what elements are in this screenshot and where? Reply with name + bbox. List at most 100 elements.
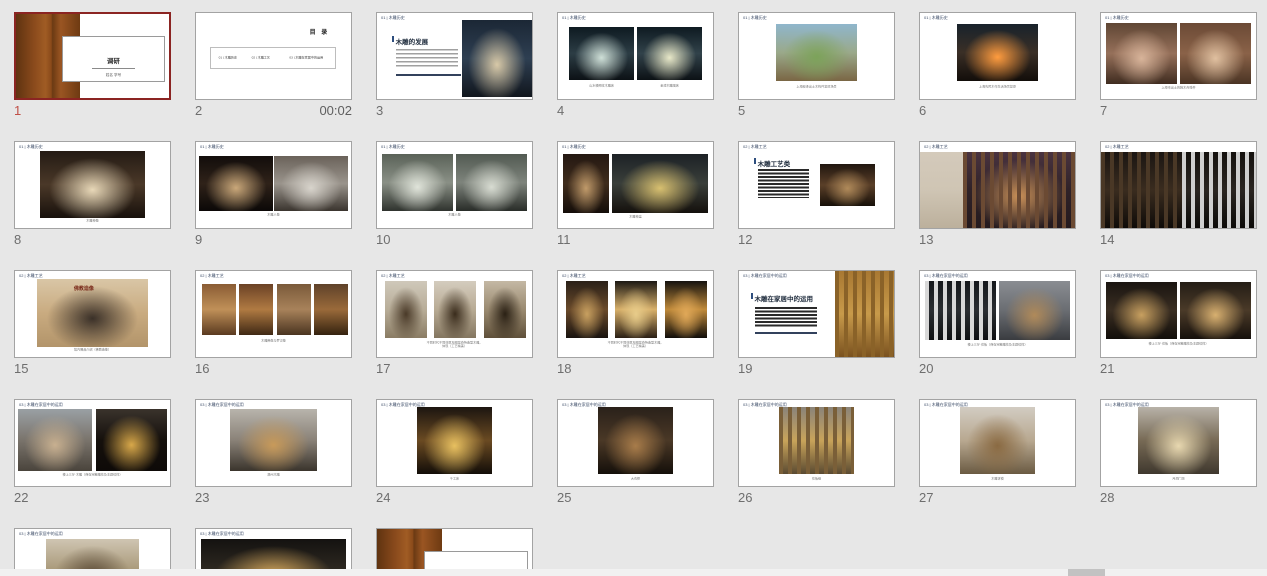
slide-thumbnail[interactable]: 03 | 木雕在家居中的运用楼上三厅·花板（保存完整雕花及主题纹样） <box>1100 270 1257 358</box>
slide-thumbnail[interactable]: 02 | 木雕工艺木雕工艺类 <box>738 141 895 229</box>
slide-header-text: 01 | 木雕历史 <box>19 144 43 150</box>
slide-meta: 25 <box>557 487 714 510</box>
slide-cell: 目 录01 | 木雕历史02 | 木雕工艺03 | 木雕在家居中的运用200:0… <box>195 12 352 120</box>
slide-thumbnail[interactable]: 03 | 木雕在家居中的运用花板组 <box>738 399 895 487</box>
slide-thumbnail[interactable]: 03 | 木雕在家居中的运用月洞门罩 <box>1100 399 1257 487</box>
photo-placeholder <box>960 407 1034 474</box>
toc-item: 03 | 木雕在家居中的运用 <box>289 56 323 60</box>
photo-placeholder <box>1180 282 1251 339</box>
slide-thumbnail[interactable]: 01 | 木雕历史木雕人像 <box>376 141 533 229</box>
toc-item: 01 | 木雕历史 <box>218 56 236 60</box>
slide-meta: 2 00:02 <box>195 100 352 123</box>
photo-placeholder <box>957 24 1038 81</box>
photo-placeholder <box>835 271 894 357</box>
slide-number: 14 <box>1100 232 1114 247</box>
slide-number: 7 <box>1100 103 1107 118</box>
photo-caption: 月洞门罩 <box>1130 477 1226 481</box>
photo-placeholder <box>462 20 532 97</box>
slide-timing: 00:02 <box>319 103 352 118</box>
photo-placeholder <box>1101 152 1182 228</box>
slide-thumbnail[interactable]: 03 | 木雕在家居中的运用大衣柜 <box>557 399 714 487</box>
photo-caption: 木雕人像 <box>225 213 321 217</box>
slide-cell: 01 | 木雕历史上海崧泽出土木构件复原场景 5 <box>738 12 895 120</box>
slide-meta: 3 <box>376 100 533 123</box>
photo-caption-line: 花板组 <box>768 477 864 481</box>
photo-caption-line: 馆内展品介绍（佛教造像） <box>44 348 140 352</box>
slide-header-text: 03 | 木雕在家居中的运用 <box>19 402 63 408</box>
slide-header-text: 02 | 木雕工艺 <box>1105 144 1129 150</box>
slide-thumbnail[interactable]: 01 | 木雕历史山水楼阁纹木雕床金漆木雕围床 <box>557 12 714 100</box>
photo-caption: 木雕人像 <box>406 213 502 217</box>
horizontal-scrollbar[interactable] <box>0 569 1267 576</box>
slide-cell: 01 | 木雕历史木雕神像 8 <box>14 141 171 249</box>
slide-cell: 01 | 木雕历史上海市出土的独木舟残件 7 <box>1100 12 1257 120</box>
slide-cell: 调研姓名 学号 1 <box>14 12 171 120</box>
slide-number: 2 <box>195 103 202 118</box>
slide-meta: 18 <box>557 358 714 381</box>
photo-placeholder <box>239 284 273 336</box>
slide-thumbnail[interactable]: 01 | 木雕历史木雕神像 <box>14 141 171 229</box>
slide-thumbnail[interactable]: 03 | 木雕在家居中的运用楼上三厅·木雕（保存完整雕花及主题纹样） <box>14 399 171 487</box>
slide-thumbnail[interactable]: 03 | 木雕在家居中的运用木雕在家居中的运用 <box>738 270 895 358</box>
slide-number: 8 <box>14 232 21 247</box>
slide-meta: 5 <box>738 100 895 123</box>
slide-number: 21 <box>1100 361 1114 376</box>
slide-number: 5 <box>738 103 745 118</box>
slide-thumbnail[interactable]: 02 | 木雕工艺 <box>1100 141 1257 229</box>
slide-thumbnail[interactable]: 02 | 木雕工艺不同时代不同材质及图案奇特造型木雕，体现（工艺精美） <box>376 270 533 358</box>
slide-meta: 20 <box>919 358 1076 381</box>
slide-thumbnail[interactable]: 01 | 木雕历史木雕的发展 <box>376 12 533 100</box>
slide-cell: 02 | 木雕工艺13 <box>919 141 1076 249</box>
slide-thumbnail[interactable]: 02 | 木雕工艺佛教造像馆内展品介绍（佛教造像） <box>14 270 171 358</box>
divider-line <box>755 332 817 334</box>
slide-sorter: 调研姓名 学号 1 目 录 01 | 木雕历史 02 | 木雕工艺 03 | 木雕在家居中… <box>0 0 1267 576</box>
slide-thumbnail[interactable]: 调研姓名 学号 <box>14 12 171 100</box>
photo-caption-line: 上海市出土的独木舟残件 <box>1130 86 1226 90</box>
slide-thumbnail[interactable]: 01 | 木雕历史上海崧泽出土木构件复原场景 <box>738 12 895 100</box>
slide-thumbnail[interactable]: 02 | 木雕工艺木雕佛像与罗汉像 <box>195 270 352 358</box>
slide-number: 6 <box>919 103 926 118</box>
slide-thumbnail[interactable]: 03 | 木雕在家居中的运用千工床 <box>376 399 533 487</box>
photo-placeholder <box>820 164 876 205</box>
slide-thumbnail[interactable]: 03 | 木雕在家居中的运用楼上三厅·花板（保存完整雕花及主题纹样） <box>919 270 1076 358</box>
slide-meta: 28 <box>1100 487 1257 510</box>
slide-header-text: 03 | 木雕在家居中的运用 <box>1105 273 1149 279</box>
slide-cell: 03 | 木雕在家居中的运用楼上三厅·花板（保存完整雕花及主题纹样） 21 <box>1100 270 1257 378</box>
scrollbar-thumb[interactable] <box>1068 569 1105 576</box>
slide-number: 9 <box>195 232 202 247</box>
photo-caption: 上海先民木作生活场景复原 <box>949 85 1045 89</box>
slide-header-text: 03 | 木雕在家居中的运用 <box>381 402 425 408</box>
photo-caption-line: 木雕佛像与罗汉像 <box>225 339 321 343</box>
slide-thumbnail[interactable]: 02 | 木雕工艺不同时代不同材质及图案奇特造型木雕，体现（工艺精美） <box>557 270 714 358</box>
photo-caption: 金漆木雕围床 <box>649 84 689 88</box>
slide-thumbnail[interactable]: 01 | 木雕历史木雕神龛 <box>557 141 714 229</box>
slide-cell: 02 | 木雕工艺佛教造像馆内展品介绍（佛教造像）15 <box>14 270 171 378</box>
slide-thumbnail[interactable]: 02 | 木雕工艺 <box>919 141 1076 229</box>
slide-thumbnail[interactable]: 03 | 木雕在家居中的运用潮州木雕 <box>195 399 352 487</box>
slide-thumbnail[interactable]: 目 录01 | 木雕历史02 | 木雕工艺03 | 木雕在家居中的运用 <box>195 12 352 100</box>
slide-header-text: 03 | 木雕在家居中的运用 <box>1105 402 1149 408</box>
slide-cell: 02 | 木雕工艺木雕佛像与罗汉像16 <box>195 270 352 378</box>
slide-thumbnail[interactable]: 01 | 木雕历史木雕人像 <box>195 141 352 229</box>
photo-placeholder <box>566 281 608 338</box>
slide-number: 1 <box>14 103 21 118</box>
toc-title: 目 录 <box>310 27 330 36</box>
slide-thumbnail[interactable]: 01 | 木雕历史上海先民木作生活场景复原 <box>919 12 1076 100</box>
slide-title: 调研 <box>63 55 164 65</box>
photo-placeholder <box>612 154 708 212</box>
slide-title: 木雕在家居中的运用 <box>755 293 814 303</box>
slide-thumbnail[interactable]: 01 | 木雕历史上海市出土的独木舟残件 <box>1100 12 1257 100</box>
slide-number: 11 <box>557 232 571 247</box>
photo-placeholder <box>776 24 857 81</box>
slide-meta: 21 <box>1100 358 1257 381</box>
photo-caption: 不同时代不同材质及图案奇特造型木雕，体现（工艺精美） <box>406 341 502 349</box>
photo-placeholder <box>417 407 491 474</box>
slide-cell: 01 | 木雕历史木雕人像10 <box>376 141 533 249</box>
divider-line <box>396 74 461 76</box>
slide-thumbnail[interactable]: 03 | 木雕在家居中的运用木雕饼模 <box>919 399 1076 487</box>
slide-header-text: 01 | 木雕历史 <box>200 144 224 150</box>
slide-header-text: 01 | 木雕历史 <box>381 15 405 21</box>
photo-caption-line: 楼上三厅·花板（保存完整雕花及主题纹样） <box>1130 342 1226 346</box>
title-bullet-icon <box>754 158 757 164</box>
photo-caption-line: 楼上三厅·木雕（保存完整雕花及主题纹样） <box>44 473 140 477</box>
